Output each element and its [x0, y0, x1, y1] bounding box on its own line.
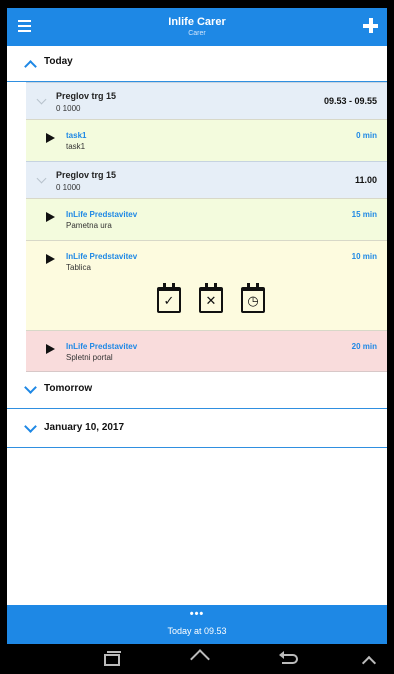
chevron-down-icon	[24, 420, 37, 433]
play-icon[interactable]	[46, 254, 55, 264]
section-label: Tomorrow	[44, 383, 93, 394]
chevron-down-icon	[36, 173, 47, 184]
android-nav-bar	[7, 644, 387, 674]
visit-address: Preglov trg 15	[56, 170, 117, 180]
app-header: Inlife Carer Carer	[7, 8, 387, 46]
visit-time: 09.53 - 09.55	[323, 96, 377, 106]
task-subtitle: task1	[66, 142, 86, 151]
task-title: InLife Predstavitev	[66, 342, 138, 351]
recent-apps-icon[interactable]	[100, 650, 124, 668]
next-visit-text: Today at 09.53	[167, 626, 227, 636]
task-subtitle: Tablica	[66, 263, 91, 272]
task-row[interactable]: InLife Predstavitev Pametna ura 15 min	[26, 198, 387, 240]
task-row[interactable]: task1 task1 0 min	[26, 119, 387, 161]
task-row-expanded[interactable]: InLife Predstavitev Tablica 10 min ✓ ✕ ◷	[26, 240, 387, 330]
home-icon[interactable]	[190, 649, 214, 669]
chevron-down-icon	[24, 381, 37, 394]
task-duration: 10 min	[351, 252, 377, 261]
task-row[interactable]: InLife Predstavitev Spletni portal 20 mi…	[26, 330, 387, 372]
chevron-down-icon	[36, 94, 47, 105]
visit-group[interactable]: Preglov trg 15 0 1000 09.53 - 09.55	[26, 82, 387, 119]
play-icon[interactable]	[46, 212, 55, 222]
chevron-up-icon	[24, 60, 37, 73]
task-title: task1	[66, 131, 87, 140]
task-duration: 0 min	[356, 131, 377, 140]
visit-postcode: 0 1000	[56, 183, 81, 192]
section-tomorrow[interactable]: Tomorrow	[7, 373, 387, 409]
task-subtitle: Spletni portal	[66, 353, 113, 362]
app-title: Inlife Carer	[168, 16, 226, 28]
play-icon[interactable]	[46, 133, 55, 143]
task-actions: ✓ ✕ ◷	[157, 283, 277, 317]
task-duration: 15 min	[351, 210, 377, 219]
task-subtitle: Pametna ura	[66, 221, 112, 230]
chevron-up-icon[interactable]	[359, 650, 383, 671]
visit-postcode: 0 1000	[56, 104, 81, 113]
play-icon[interactable]	[46, 344, 55, 354]
visit-group[interactable]: Preglov trg 15 0 1000 11.00	[26, 161, 387, 198]
calendar-clock-icon[interactable]: ◷	[241, 283, 265, 313]
visit-time: 11.00	[354, 175, 377, 185]
calendar-check-icon[interactable]: ✓	[157, 283, 181, 313]
back-icon[interactable]	[278, 650, 302, 668]
more-icon: •••	[189, 608, 205, 620]
next-visit-footer[interactable]: ••• Today at 09.53	[7, 605, 387, 644]
task-duration: 20 min	[351, 342, 377, 351]
section-today[interactable]: Today	[7, 46, 387, 82]
app-subtitle: Carer	[188, 30, 206, 37]
plus-icon[interactable]	[362, 17, 379, 34]
task-title: InLife Predstavitev	[66, 210, 138, 219]
section-january-10[interactable]: January 10, 2017	[7, 412, 387, 448]
visit-address: Preglov trg 15	[56, 91, 117, 101]
section-label: January 10, 2017	[44, 422, 125, 433]
section-label: Today	[44, 56, 73, 67]
task-title: InLife Predstavitev	[66, 252, 138, 261]
calendar-cancel-icon[interactable]: ✕	[199, 283, 223, 313]
app-screen: Inlife Carer Carer Today Preglov trg 15 …	[7, 8, 387, 674]
